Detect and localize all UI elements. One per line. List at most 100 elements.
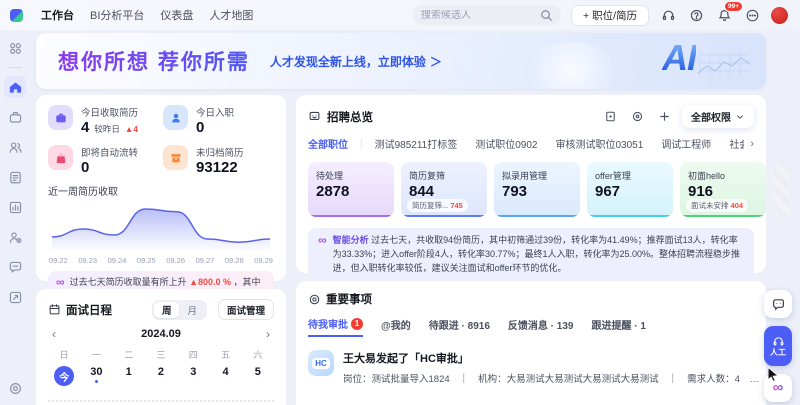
sidebar-item-apps[interactable]	[4, 37, 26, 59]
position-tab[interactable]: 全部职位	[308, 136, 348, 151]
position-tab[interactable]: 社会内推测试0716	[729, 136, 744, 151]
pipeline-card[interactable]: 拟录用管理793	[494, 162, 580, 217]
calendar-day[interactable]: 2	[145, 366, 177, 391]
support-headset-icon[interactable]	[659, 6, 677, 24]
stat-value: 0	[196, 119, 204, 136]
week-month-toggle[interactable]: 周 月	[152, 300, 207, 320]
nav-item-3[interactable]: 仪表盘	[160, 7, 193, 23]
important-tab[interactable]: 待跟进 · 8916	[429, 316, 490, 337]
pipeline-card-label: offer管理	[595, 169, 665, 182]
pipeline-card-value: 793	[502, 183, 572, 200]
app-logo[interactable]	[10, 9, 23, 22]
chatbot-face-icon	[771, 297, 786, 312]
stat-unarchived[interactable]: 未归档简历 93122	[163, 145, 274, 176]
search-icon[interactable]	[539, 6, 554, 24]
settings-gear-icon[interactable]	[628, 108, 646, 126]
nav-item-1[interactable]: 工作台	[41, 7, 74, 23]
sidebar-item-messages[interactable]	[4, 256, 26, 278]
nav-item-4[interactable]: 人才地图	[209, 7, 253, 23]
user-avatar[interactable]	[771, 7, 788, 24]
approval-item-title[interactable]: 王大易发起了「HC审批」	[343, 350, 763, 366]
pipeline-card[interactable]: 简历复筛844简历复筛... 745	[401, 162, 487, 217]
stat-label: 即将自动流转	[81, 145, 138, 159]
resume-icon	[8, 170, 23, 185]
calendar-day[interactable]: 5	[242, 366, 274, 391]
more-options-icon[interactable]	[743, 6, 761, 24]
approval-list-item[interactable]: HC 王大易发起了「HC审批」 岗位：测试批量导入1824 ｜ 机构：大易测试大…	[308, 350, 754, 385]
chart-x-tick: 09.29	[254, 256, 273, 265]
calendar-day[interactable]: 1	[113, 366, 145, 391]
add-job-resume-button[interactable]: + 职位/简历	[571, 5, 649, 26]
save-view-icon[interactable]	[601, 108, 619, 126]
permission-dropdown[interactable]: 全部权限	[682, 105, 754, 128]
weekday-label: 一	[80, 348, 112, 361]
banner-subtitle[interactable]: 人才发现全新上线，立即体验	[270, 53, 426, 70]
important-tab[interactable]: @我的	[381, 316, 411, 337]
pipeline-card[interactable]: 待处理2878	[308, 162, 394, 217]
sidebar-item-resumes[interactable]	[4, 166, 26, 188]
calendar-day[interactable]: 3	[177, 366, 209, 391]
banner-cta-arrow[interactable]: ＞	[430, 53, 442, 70]
stat-today-resumes[interactable]: 今日收取简历 4 较昨日 ▲4	[48, 105, 159, 136]
stats-card: 今日收取简历 4 较昨日 ▲4	[36, 95, 286, 281]
stat-today-onboard[interactable]: 今日入职 0	[163, 105, 274, 136]
nav-item-2[interactable]: BI分析平台	[90, 7, 144, 23]
pipeline-card-label: 初面hello	[688, 169, 758, 182]
human-service-label: 人工	[770, 349, 786, 357]
calendar-day[interactable]: 4	[209, 366, 241, 391]
position-tab[interactable]: 测试职位0902	[475, 136, 537, 151]
notifications-bell-icon[interactable]: 99+	[715, 6, 733, 24]
interview-manage-button[interactable]: 面试管理	[218, 299, 274, 320]
position-tab[interactable]: 调试工程师	[661, 136, 711, 151]
chatbot-button[interactable]	[764, 290, 792, 318]
weekly-chart-title: 近一周简历收取	[48, 183, 274, 198]
weekday-label: 五	[209, 348, 241, 361]
sidebar-item-user-settings[interactable]	[4, 226, 26, 248]
pipeline-card[interactable]: 初面hello916面试未安排 404	[680, 162, 766, 217]
sidebar-item-external[interactable]	[4, 286, 26, 308]
pipeline-card-value: 2878	[316, 183, 386, 200]
human-service-button[interactable]: 人工	[764, 326, 792, 366]
calendar-day[interactable]: 30	[80, 366, 112, 391]
important-tab[interactable]: 反馈消息 · 139	[508, 316, 574, 337]
bar-chart-icon	[8, 200, 23, 215]
toggle-week[interactable]: 周	[154, 302, 180, 318]
tabs-more-arrow[interactable]: ›	[750, 138, 754, 150]
interview-schedule-card: 面试日程 周 月 面试管理 ‹ 2024.09 › 日一二三四	[36, 289, 286, 405]
candidate-search-box[interactable]	[413, 5, 561, 25]
position-tab[interactable]: 审核测试职位03051	[556, 136, 644, 151]
help-icon[interactable]	[687, 6, 705, 24]
chart-x-tick: 09.28	[225, 256, 244, 265]
ai-analysis-label[interactable]: 智能分析	[333, 235, 369, 245]
next-month-arrow[interactable]: ›	[266, 328, 270, 340]
prev-month-arrow[interactable]: ‹	[52, 328, 56, 340]
banner-sparkline-decoration	[696, 47, 752, 81]
position-tab[interactable]: 测试985211打标签	[375, 136, 458, 151]
main-content: 想你所想 荐你所需 人才发现全新上线，立即体验 ＞ AI	[30, 30, 800, 405]
calendar-day[interactable]: 今	[48, 366, 80, 391]
notification-badge: 99+	[724, 1, 743, 12]
sidebar-item-reports[interactable]	[4, 196, 26, 218]
promo-banner[interactable]: 想你所想 荐你所需 人才发现全新上线，立即体验 ＞ AI	[36, 33, 766, 89]
sidebar-item-candidates[interactable]	[4, 136, 26, 158]
dotted-divider	[48, 400, 274, 402]
search-input[interactable]	[421, 10, 539, 21]
pipeline-card[interactable]: offer管理967	[587, 162, 673, 217]
ai-assistant-button[interactable]: ∞	[764, 374, 792, 402]
sidebar-divider	[8, 67, 22, 68]
sidebar-item-jobs[interactable]	[4, 106, 26, 128]
weekday-label: 四	[177, 348, 209, 361]
toggle-month[interactable]: 月	[179, 302, 205, 318]
overview-icon	[308, 110, 321, 123]
add-widget-icon[interactable]	[655, 108, 673, 126]
user-gear-icon	[8, 230, 23, 245]
chart-x-tick: 09.22	[49, 256, 68, 265]
mouse-cursor	[766, 367, 781, 382]
target-icon	[8, 381, 23, 396]
stat-auto-flow[interactable]: 即将自动流转 0	[48, 145, 159, 176]
important-tab[interactable]: 跟进提醒 · 1	[591, 316, 645, 337]
sidebar-item-home[interactable]	[4, 76, 26, 98]
important-tab[interactable]: 待我审批1	[308, 316, 363, 337]
day-number: 4	[223, 366, 229, 378]
sidebar-item-target[interactable]	[4, 377, 26, 399]
